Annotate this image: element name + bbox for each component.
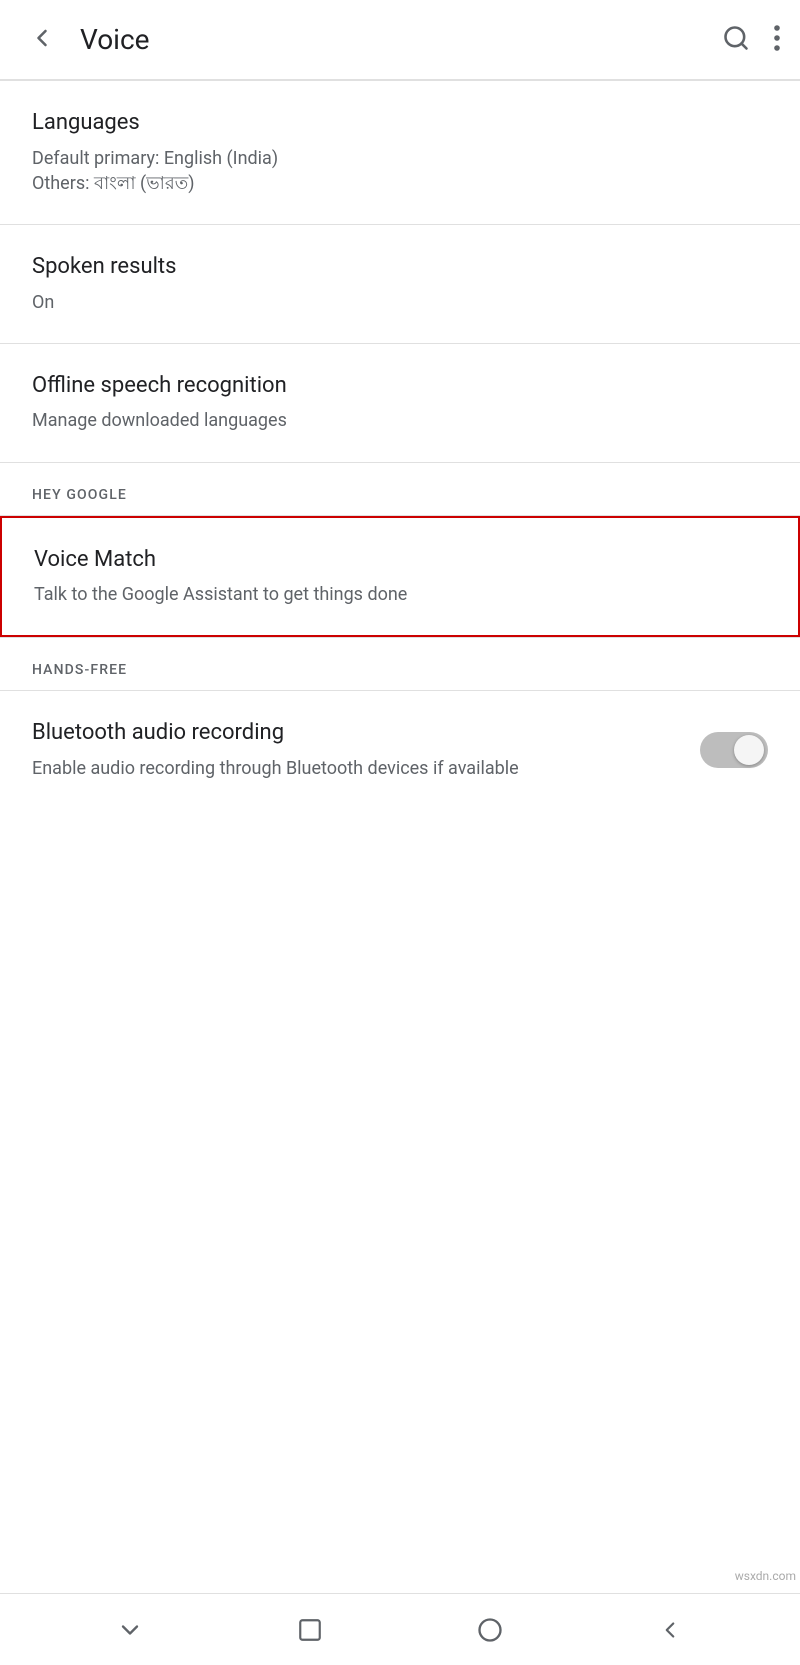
offline-speech-item[interactable]: Offline speech recognition Manage downlo… [0, 344, 800, 462]
bottom-navigation [0, 1593, 800, 1665]
voice-match-item[interactable]: Voice Match Talk to the Google Assistant… [0, 516, 800, 638]
offline-speech-subtitle: Manage downloaded languages [32, 408, 768, 433]
bluetooth-audio-title: Bluetooth audio recording [32, 719, 680, 748]
bluetooth-audio-item[interactable]: Bluetooth audio recording Enable audio r… [0, 691, 800, 809]
languages-item[interactable]: Languages Default primary: English (Indi… [0, 81, 800, 224]
toggle-track [700, 732, 768, 768]
back-button[interactable] [20, 16, 64, 64]
search-icon[interactable] [722, 24, 750, 56]
languages-title: Languages [32, 109, 768, 138]
hands-free-section-header: HANDS-FREE [0, 638, 800, 690]
spoken-results-title: Spoken results [32, 253, 768, 282]
spoken-results-subtitle: On [32, 290, 768, 315]
toggle-thumb [734, 735, 764, 765]
more-options-icon[interactable] [774, 24, 780, 56]
bluetooth-audio-subtitle: Enable audio recording through Bluetooth… [32, 756, 680, 781]
bluetooth-audio-row: Bluetooth audio recording Enable audio r… [32, 719, 768, 781]
spoken-results-item[interactable]: Spoken results On [0, 225, 800, 343]
watermark: wsxdn.com [731, 1567, 800, 1585]
nav-chevron-down[interactable] [100, 1600, 160, 1660]
page-title: Voice [80, 23, 722, 56]
nav-circle[interactable] [460, 1600, 520, 1660]
voice-match-subtitle: Talk to the Google Assistant to get thin… [34, 582, 766, 607]
bluetooth-audio-toggle[interactable] [700, 732, 768, 768]
voice-match-title: Voice Match [34, 546, 766, 575]
offline-speech-title: Offline speech recognition [32, 372, 768, 401]
nav-back-triangle[interactable] [640, 1600, 700, 1660]
app-header: Voice [0, 0, 800, 80]
hey-google-section-header: HEY GOOGLE [0, 463, 800, 515]
header-icons [722, 24, 780, 56]
languages-subtitle-1: Default primary: English (India) [32, 146, 768, 171]
languages-subtitle-2: Others: বাংলা (ভারত) [32, 171, 768, 196]
nav-square[interactable] [280, 1600, 340, 1660]
